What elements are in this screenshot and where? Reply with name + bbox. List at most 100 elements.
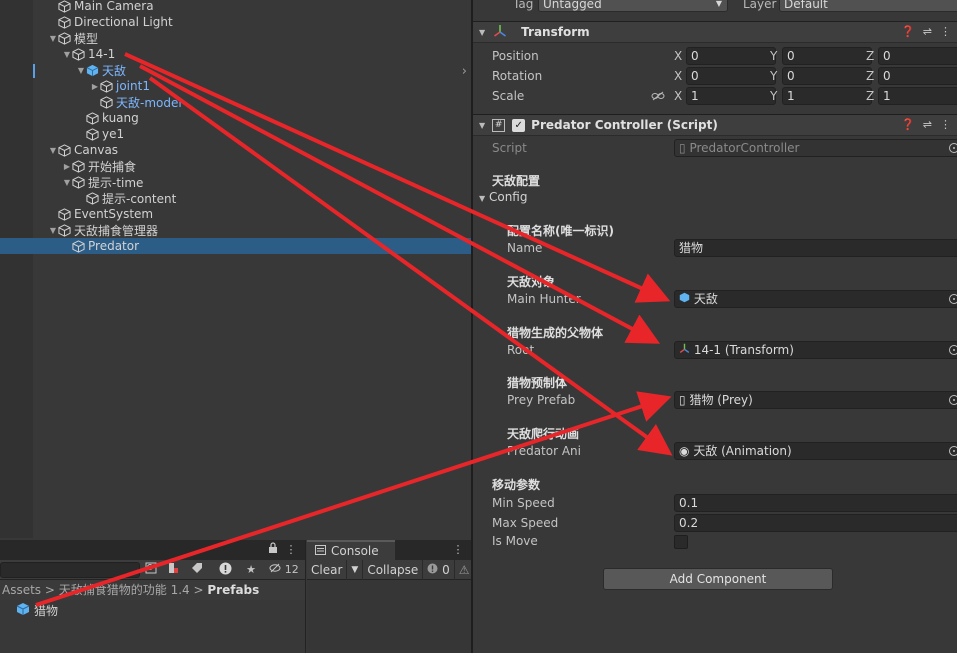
hierarchy-item-label: Predator [88,239,140,253]
hierarchy-item[interactable]: ▼ 提示-time [0,174,471,190]
breadcrumb-current[interactable]: Prefabs [207,583,259,597]
rotation-x-field[interactable]: 0 [686,67,776,85]
axis-label-x[interactable]: X [674,89,682,103]
hierarchy-item[interactable]: ▶Directional Light [0,14,471,30]
tag-label: Tag [513,0,534,11]
chevron-down-icon[interactable]: ▼ [479,28,485,37]
asset-item-prey[interactable]: 猎物 [12,602,58,619]
lock-icon[interactable] [264,542,282,558]
hierarchy-item[interactable]: ▼ 模型 [0,30,471,46]
favorites-star-icon[interactable]: ★ [242,562,260,578]
chevron-down-icon[interactable]: ▼ [48,34,58,43]
max-speed-field[interactable]: 0.2 [674,514,957,532]
axis-label-x[interactable]: X [674,49,682,63]
more-options-icon[interactable]: ⋮ [940,25,951,38]
project-search-input[interactable] [0,562,140,578]
more-options-icon[interactable]: ⋮ [940,118,951,131]
axis-label-z[interactable]: Z [866,49,874,63]
hidden-count-toggle[interactable]: 12 [266,562,302,578]
config-foldout[interactable]: ▼ Config [479,190,528,204]
error-count-toggle[interactable]: 0 [423,559,455,580]
hierarchy-item[interactable]: ▶ joint1 [0,78,471,94]
link-scale-icon[interactable] [651,90,665,104]
transform-header[interactable]: ▼ Transform ❓ ⇌ ⋮ [473,21,957,43]
chevron-down-icon[interactable]: ▼ [48,146,58,155]
transform-icon [493,24,507,41]
main-hunter-field[interactable]: 天敌 [674,290,957,308]
scale-x-field[interactable]: 1 [686,87,776,105]
label-tag-icon[interactable] [188,562,206,578]
axis-label-z[interactable]: Z [866,69,874,83]
breadcrumb-assets[interactable]: Assets [2,583,41,597]
hierarchy-item[interactable]: ▼ 天敌捕食管理器 [0,222,471,238]
predator-ani-field[interactable]: ◉ 天敌 (Animation) [674,442,957,460]
hierarchy-item[interactable]: ▶Predator [0,238,471,254]
object-picker-icon[interactable] [949,294,957,304]
console-toolbar: Clear ▼ Collapse 0 ⚠ [307,559,471,580]
axis-label-y[interactable]: Y [770,49,777,63]
more-options-icon[interactable]: ⋮ [449,542,467,558]
min-speed-field[interactable]: 0.1 [674,494,957,512]
script-field[interactable]: ▯ PredatorController [674,139,957,157]
predator-controller-header[interactable]: ▼ # ✓ Predator Controller (Script) ❓ ⇌ ⋮ [473,114,957,136]
position-x-field[interactable]: 0 [686,47,776,65]
prefab-cube-icon [100,79,113,93]
add-component-button[interactable]: Add Component [603,568,833,590]
hierarchy-item[interactable]: ▼ 14-1 [0,46,471,62]
filter-type-icon[interactable] [164,562,182,578]
collapse-button[interactable]: Collapse [363,559,424,580]
hierarchy-item[interactable]: ▼ Canvas [0,142,471,158]
error-filter-icon[interactable] [216,562,234,578]
presets-icon[interactable]: ⇌ [923,118,932,131]
tab-console[interactable]: Console [307,540,395,560]
is-move-checkbox[interactable] [674,535,688,549]
more-options-icon[interactable]: ⋮ [282,542,300,558]
rotation-z-field[interactable]: 0 [878,67,957,85]
chevron-down-icon[interactable]: ▼ [48,226,58,235]
is-move-label: Is Move [492,534,538,548]
help-icon[interactable]: ❓ [901,118,915,131]
chevron-down-icon[interactable]: ▼ [62,178,72,187]
breadcrumb-folder[interactable]: 天敌捕食猎物的功能 1.4 [59,583,190,597]
chevron-right-icon[interactable]: ▶ [90,82,100,91]
hierarchy-item[interactable]: ▶提示-content [0,190,471,206]
chevron-right-icon[interactable]: ▶ [62,162,72,171]
object-picker-icon[interactable] [949,143,957,153]
component-enabled-checkbox[interactable]: ✓ [512,118,526,132]
scale-y-field[interactable]: 1 [782,87,872,105]
root-field[interactable]: 14-1 (Transform) [674,341,957,359]
search-by-type-icon[interactable] [142,562,160,578]
axis-label-x[interactable]: X [674,69,682,83]
hierarchy-item[interactable]: ▶ye1 [0,126,471,142]
hierarchy-item[interactable]: ▶kuang [0,110,471,126]
axis-label-y[interactable]: Y [770,89,777,103]
hierarchy-item[interactable]: ▶天敌-model [0,94,471,110]
tag-dropdown[interactable]: Untagged ▼ [538,0,728,12]
hierarchy-item[interactable]: ▼ 天敌 [0,62,471,78]
prey-prefab-field[interactable]: ▯ 猎物 (Prey) [674,391,957,409]
hierarchy-item[interactable]: ▶ 开始捕食 [0,158,471,174]
layer-dropdown[interactable]: Default [779,0,957,12]
tag-layer-bar: Tag Untagged ▼ Layer Default [473,0,957,14]
hierarchy-item[interactable]: ▶Main Camera [0,0,471,14]
presets-icon[interactable]: ⇌ [923,25,932,38]
hierarchy-item[interactable]: ▶EventSystem [0,206,471,222]
position-z-field[interactable]: 0 [878,47,957,65]
object-picker-icon[interactable] [949,446,957,456]
console-log-area[interactable] [307,580,471,653]
rotation-y-field[interactable]: 0 [782,67,872,85]
chevron-down-icon[interactable]: ▼ [479,121,485,130]
help-icon[interactable]: ❓ [901,25,915,38]
name-field[interactable]: 猎物 [674,239,957,257]
chevron-right-icon[interactable]: › [462,64,467,79]
clear-button[interactable]: Clear [307,559,348,580]
clear-options-dropdown-icon[interactable]: ▼ [347,559,364,580]
object-picker-icon[interactable] [949,395,957,405]
scale-z-field[interactable]: 1 [878,87,957,105]
chevron-down-icon[interactable]: ▼ [62,50,72,59]
axis-label-y[interactable]: Y [770,69,777,83]
chevron-down-icon[interactable]: ▼ [76,66,86,75]
object-picker-icon[interactable] [949,345,957,355]
position-y-field[interactable]: 0 [782,47,872,65]
axis-label-z[interactable]: Z [866,89,874,103]
